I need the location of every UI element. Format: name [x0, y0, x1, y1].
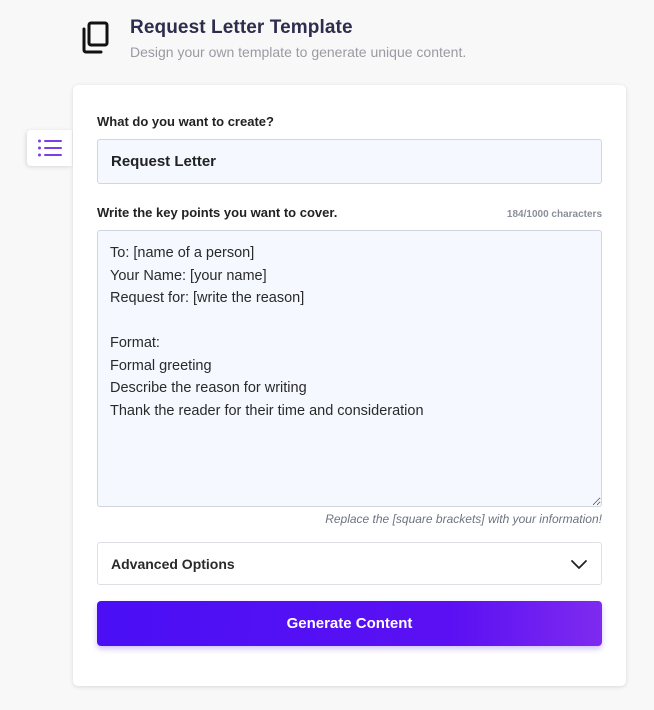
- template-form-card: What do you want to create? Write the ke…: [73, 85, 626, 686]
- page-title: Request Letter Template: [130, 17, 353, 38]
- character-count: 184/1000 characters: [506, 209, 602, 220]
- instruction-hint: Replace the [square brackets] with your …: [325, 512, 602, 526]
- key-points-label: Write the key points you want to cover.: [97, 205, 338, 220]
- key-points-textarea[interactable]: [97, 230, 602, 507]
- title-input[interactable]: [97, 139, 602, 184]
- advanced-options-toggle[interactable]: Advanced Options: [97, 542, 602, 585]
- generate-content-button[interactable]: Generate Content: [97, 601, 602, 646]
- page-subtitle: Design your own template to generate uni…: [130, 44, 467, 60]
- sidebar-toggle-button[interactable]: [27, 130, 72, 166]
- chevron-down-icon: [571, 559, 587, 569]
- page: Request Letter Template Design your own …: [0, 0, 654, 710]
- list-icon: [37, 139, 62, 157]
- advanced-options-label: Advanced Options: [111, 555, 235, 572]
- title-field-label: What do you want to create?: [97, 114, 274, 129]
- copy-documents-icon: [82, 21, 109, 54]
